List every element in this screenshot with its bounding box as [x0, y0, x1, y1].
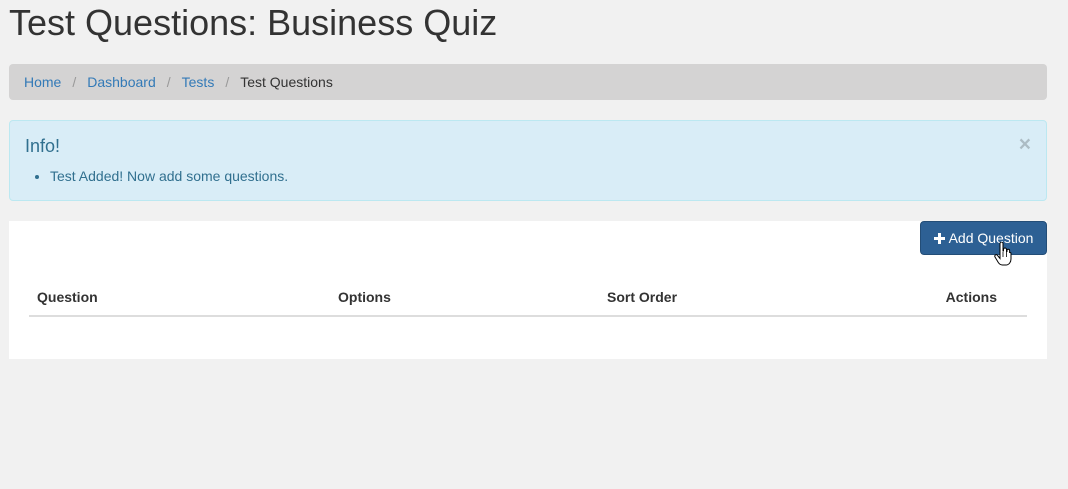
questions-table: Question Options Sort Order Actions: [29, 281, 1027, 317]
column-header-sort-order: Sort Order: [599, 281, 845, 317]
add-question-button[interactable]: Add Question: [920, 221, 1047, 255]
info-alert: Info! Test Added! Now add some questions…: [9, 120, 1047, 201]
breadcrumb-dashboard-link[interactable]: Dashboard: [87, 74, 156, 90]
breadcrumb-current: Test Questions: [240, 74, 333, 90]
breadcrumb-home-link[interactable]: Home: [24, 74, 61, 90]
breadcrumb-separator: /: [166, 74, 171, 90]
breadcrumb-separator: /: [72, 74, 77, 90]
table-header-row: Question Options Sort Order Actions: [29, 281, 1027, 317]
breadcrumb-tests-link[interactable]: Tests: [182, 74, 215, 90]
questions-panel: Add Question Question Options Sort Order…: [9, 221, 1047, 359]
alert-message-list: Test Added! Now add some questions.: [25, 166, 288, 186]
close-icon[interactable]: ×: [1019, 134, 1031, 155]
alert-message: Test Added! Now add some questions.: [50, 166, 288, 186]
column-header-question: Question: [29, 281, 330, 317]
breadcrumb-separator: /: [225, 74, 230, 90]
page: Test Questions: Business Quiz Home / Das…: [0, 0, 1068, 489]
page-title: Test Questions: Business Quiz: [9, 2, 498, 43]
column-header-options: Options: [330, 281, 599, 317]
alert-title: Info!: [25, 136, 61, 156]
add-question-label: Add Question: [948, 230, 1034, 246]
column-header-actions: Actions: [845, 281, 1027, 317]
plus-icon: [933, 232, 945, 244]
breadcrumb: Home / Dashboard / Tests / Test Question…: [9, 64, 1047, 100]
